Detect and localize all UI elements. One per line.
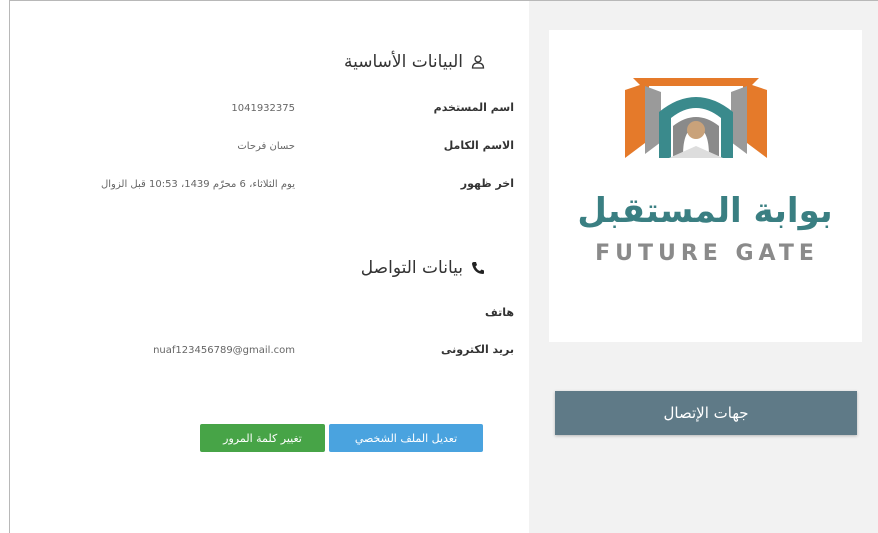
contact-info-title-text: بيانات التواصل — [360, 258, 463, 278]
fullname-value: حسان فرحات — [237, 141, 295, 152]
email-label: بريد الكترونى — [440, 343, 514, 356]
email-value: nuaf123456789@gmail.com — [153, 345, 295, 356]
logo-arabic-text: بوابة المستقبل — [577, 191, 832, 231]
last-seen-value: يوم الثلاثاء، 6 محرّم 1439، 10:53 قبل ال… — [101, 179, 295, 190]
edit-profile-button[interactable]: تعديل الملف الشخصي — [329, 424, 483, 452]
phone-label: هاتف — [485, 306, 514, 319]
basic-info-title-text: البيانات الأساسية — [344, 52, 463, 72]
logo-english-text: FUTURE GATE — [595, 241, 819, 266]
contacts-button[interactable]: جهات الإتصال — [555, 391, 857, 435]
user-icon — [471, 55, 485, 69]
username-value: 1041932375 — [231, 103, 295, 114]
last-seen-label: اخر ظهور — [460, 177, 514, 190]
username-label: اسم المستخدم — [433, 101, 514, 114]
change-password-button[interactable]: تغيير كلمة المرور — [200, 424, 325, 452]
basic-info-title: البيانات الأساسية — [344, 52, 485, 72]
phone-icon — [471, 261, 485, 275]
fullname-label: الاسم الكامل — [443, 139, 514, 152]
future-gate-logo: بوابة المستقبل FUTURE GATE — [549, 30, 862, 342]
contact-info-title: بيانات التواصل — [361, 258, 485, 278]
